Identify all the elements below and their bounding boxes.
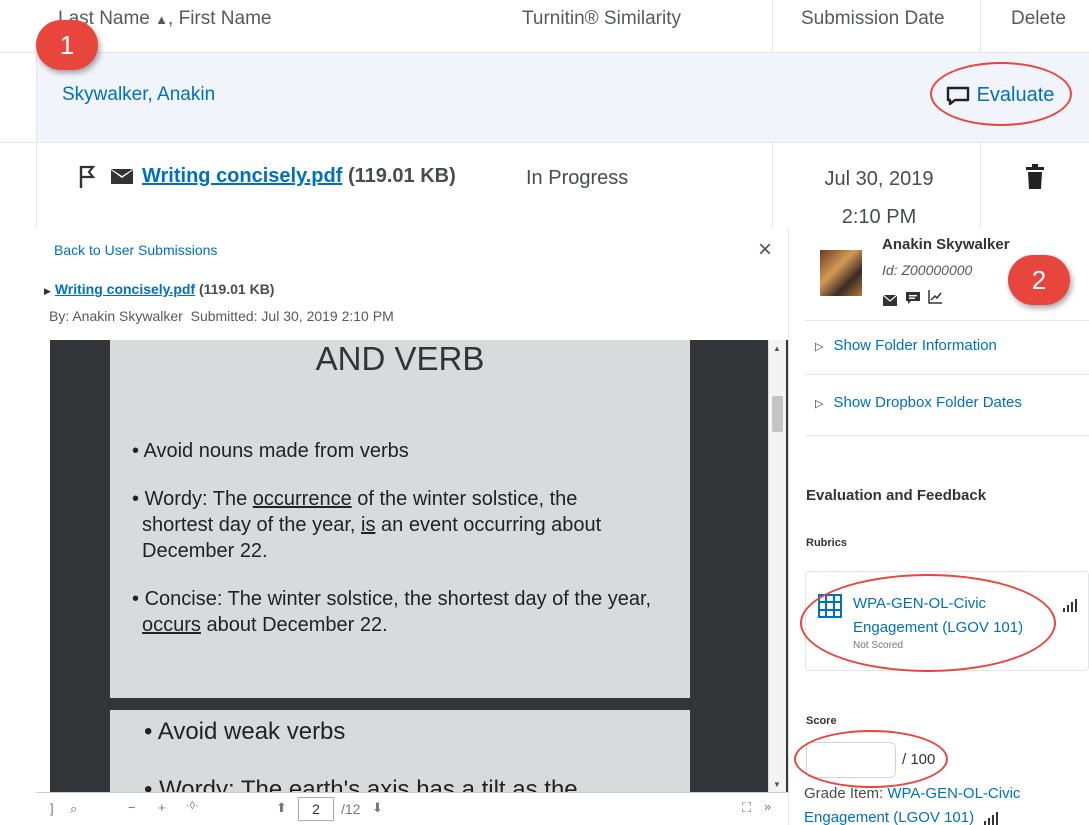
grade-item-link[interactable]: WPA-GEN-OL-Civic <box>887 785 1020 802</box>
show-dropbox-dates-label: Show Dropbox Folder Dates <box>833 394 1022 411</box>
close-icon[interactable]: × <box>758 236 772 264</box>
grade-item: Grade Item: WPA-GEN-OL-Civic Engagement … <box>804 782 1089 825</box>
triangle-right-icon: ▷ <box>815 341 824 353</box>
viewer-file-link[interactable]: Writing concisely.pdf <box>55 281 195 297</box>
section-divider <box>805 374 1089 375</box>
slide-heading: AND VERB <box>315 340 485 377</box>
bar-chart-icon[interactable] <box>984 811 999 825</box>
file-link[interactable]: Writing concisely.pdf <box>142 165 342 187</box>
next-page-icon[interactable]: ⬇ <box>372 800 383 816</box>
annotation-circle-evaluate <box>930 62 1072 126</box>
column-header-delete: Delete <box>1011 8 1066 29</box>
column-header-date: Submission Date <box>801 8 945 29</box>
slide-bullet: • Wordy: The occurrence of the winter so… <box>132 488 602 562</box>
document-viewer[interactable]: AND VERB • Avoid nouns made from verbs •… <box>50 340 788 792</box>
column-header-similarity: Turnitin® Similarity <box>522 8 681 29</box>
page-number-input[interactable]: 2 <box>298 797 334 821</box>
annotation-circle-score <box>794 730 948 788</box>
fit-icon[interactable]: ·◊· <box>186 800 199 812</box>
slide-bullet-text: Wordy: The earth's axis has a tilt as th… <box>159 776 578 792</box>
file-entry: Writing concisely.pdf (119.01 KB) <box>142 165 456 188</box>
column-divider <box>772 143 773 228</box>
submission-date: Jul 30, 2019 2:10 PM <box>814 160 944 236</box>
row-left-border <box>36 53 37 228</box>
submissions-table: Last Name ▲, First Name Turnitin® Simila… <box>0 0 1089 228</box>
rubrics-label: Rubrics <box>806 537 847 549</box>
slide-bullet: • Concise: The winter solstice, the shor… <box>132 588 652 636</box>
slide-page: AND VERB • Avoid nouns made from verbs •… <box>110 340 690 698</box>
evaluation-heading: Evaluation and Feedback <box>806 487 987 504</box>
slide-bullet-text: Avoid weak verbs <box>157 718 346 745</box>
annotation-circle-rubric <box>800 574 1056 672</box>
back-to-submissions-link[interactable]: Back to User Submissions <box>54 242 217 258</box>
viewer-toolbar: ] ⌕ − + ·◊· ⬆ 2 /12 ⬇ ⛶ » <box>36 792 788 825</box>
viewer-file-entry: ▶ Writing concisely.pdf (119.01 KB) <box>44 281 274 297</box>
fullscreen-icon[interactable]: ⛶ <box>742 800 751 816</box>
slide-text: Wordy: The <box>144 488 253 510</box>
date-line: Jul 30, 2019 <box>824 168 934 190</box>
column-divider <box>772 0 773 52</box>
slide-text-underlined: is <box>361 514 376 536</box>
user-id: Id: Z00000000 <box>882 262 973 278</box>
envelope-icon[interactable] <box>110 168 134 191</box>
similarity-status: In Progress <box>526 167 629 189</box>
page-thumb-icon[interactable]: ] <box>50 801 54 816</box>
sort-up-icon: ▲ <box>155 12 169 27</box>
slide-bullet: • Wordy: The earth's axis has a tilt as … <box>144 776 578 792</box>
show-folder-information-link[interactable]: ▷ Show Folder Information <box>815 337 997 354</box>
progress-chart-icon[interactable] <box>928 290 942 309</box>
annotation-bubble-2: 2 <box>1008 255 1070 305</box>
show-dropbox-dates-link[interactable]: ▷ Show Dropbox Folder Dates <box>815 394 1022 411</box>
prev-page-icon[interactable]: ⬆ <box>276 800 287 816</box>
slide-bullet-text: Avoid nouns made from verbs <box>143 440 409 462</box>
show-folder-information-label: Show Folder Information <box>833 337 997 354</box>
slide-page: • Avoid weak verbs • Wordy: The earth's … <box>110 710 690 792</box>
chat-icon[interactable] <box>906 292 920 310</box>
student-name-link[interactable]: Skywalker, Anakin <box>62 84 215 106</box>
grade-item-label: Grade Item: <box>804 785 888 802</box>
triangle-right-icon: ▶ <box>44 286 51 296</box>
slide-text-underlined: occurs <box>142 614 201 636</box>
slide-text: Concise: The winter solstice, the shorte… <box>144 588 652 610</box>
viewer-scrollbar[interactable]: ▲ ▼ <box>768 340 786 792</box>
slide-bullet: • Avoid nouns made from verbs <box>132 440 409 462</box>
column-divider <box>980 143 981 228</box>
score-label: Score <box>806 715 837 727</box>
search-icon[interactable]: ⌕ <box>70 801 77 817</box>
file-size: (119.01 KB) <box>347 165 456 187</box>
user-name: Anakin Skywalker <box>882 236 1010 253</box>
submitted-by-line: By: Anakin Skywalker Submitted: Jul 30, … <box>49 308 394 324</box>
row-divider <box>0 142 1089 143</box>
scroll-up-icon[interactable]: ▲ <box>773 344 781 353</box>
section-divider <box>805 320 1089 321</box>
viewer-header: Back to User Submissions × ▶ Writing con… <box>36 228 788 340</box>
bar-chart-icon[interactable] <box>1063 598 1077 617</box>
trash-icon[interactable] <box>1025 164 1045 195</box>
page-total: /12 <box>341 801 361 817</box>
flag-icon[interactable] <box>78 164 96 195</box>
name-header-suffix: , First Name <box>168 8 272 29</box>
slide-text-underlined: occurrence <box>252 488 352 510</box>
zoom-in-icon[interactable]: + <box>158 800 166 815</box>
more-icon[interactable]: » <box>764 799 771 814</box>
slide-bullet: • Avoid weak verbs <box>144 718 346 745</box>
envelope-icon[interactable] <box>882 293 898 311</box>
zoom-out-icon[interactable]: − <box>128 800 136 815</box>
scrollbar-thumb[interactable] <box>772 396 783 432</box>
grade-item-link[interactable]: Engagement (LGOV 101) <box>804 809 974 825</box>
scroll-down-icon[interactable]: ▼ <box>773 780 781 789</box>
slide-text: about December 22. <box>200 614 388 636</box>
viewer-file-size: (119.01 KB) <box>198 281 275 297</box>
annotation-bubble-1: 1 <box>36 20 98 70</box>
section-divider <box>805 435 1089 436</box>
avatar <box>820 250 862 296</box>
column-divider <box>980 0 981 52</box>
triangle-right-icon: ▷ <box>815 398 824 410</box>
